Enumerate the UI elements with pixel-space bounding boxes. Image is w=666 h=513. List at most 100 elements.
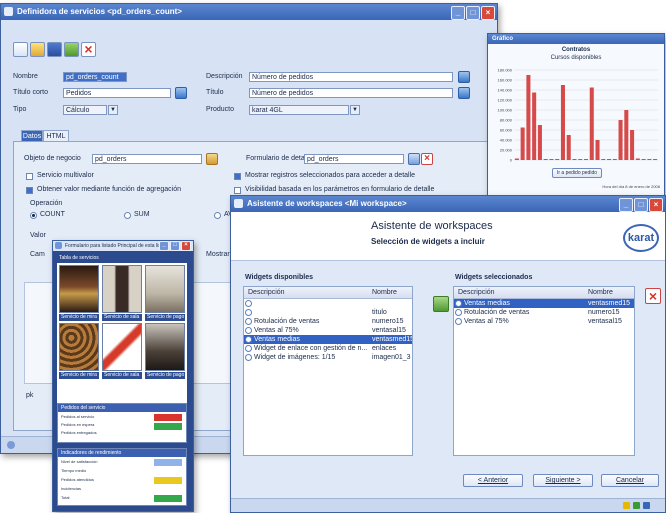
cancel-button[interactable]: Cancelar xyxy=(601,474,659,487)
obtener-checkbox[interactable] xyxy=(26,187,33,194)
palette-header: Tabla de servicios xyxy=(59,255,99,261)
translate-icon[interactable] xyxy=(175,87,187,99)
minimize-button[interactable]: _ xyxy=(159,241,169,251)
new-icon[interactable] xyxy=(13,42,28,57)
remove-widget-icon[interactable]: × xyxy=(645,288,661,304)
chart-title-bar[interactable]: Gráfico xyxy=(488,34,664,44)
chart-bar[interactable] xyxy=(520,127,525,161)
folder-icon[interactable] xyxy=(206,153,218,165)
visibilidad-checkbox[interactable] xyxy=(234,187,241,194)
maximize-button[interactable]: □ xyxy=(634,198,648,212)
objeto-field[interactable]: pd_orders xyxy=(92,154,202,164)
titulo-field[interactable]: Número de pedidos xyxy=(249,88,453,98)
chart-bar[interactable] xyxy=(560,85,565,160)
chart-bar[interactable] xyxy=(537,125,542,160)
chart-bar[interactable] xyxy=(624,110,629,160)
clear-icon[interactable]: × xyxy=(421,153,433,165)
chevron-down-icon[interactable]: ▼ xyxy=(350,105,360,115)
list-item[interactable]: Ventas al 75% ventasal15 xyxy=(454,317,634,326)
chart-bar[interactable] xyxy=(612,159,617,160)
titulo-corto-field[interactable]: Pedidos xyxy=(63,88,171,98)
chart-bar[interactable] xyxy=(647,159,652,160)
chart-bar[interactable] xyxy=(583,159,589,160)
col-name[interactable]: Nombre xyxy=(588,287,613,298)
chevron-down-icon[interactable]: ▼ xyxy=(108,105,118,115)
avg-radio[interactable] xyxy=(214,212,221,219)
chart-bar[interactable] xyxy=(589,87,594,161)
list-item[interactable]: Ventas al 75% ventasal15 xyxy=(244,326,412,335)
translate-icon[interactable] xyxy=(458,71,470,83)
list-item[interactable]: Rotulación de ventas numero15 xyxy=(454,308,634,317)
chart-bar[interactable] xyxy=(543,159,548,160)
tab-html[interactable]: HTML xyxy=(43,130,69,141)
thumbnail-image[interactable] xyxy=(145,323,185,371)
chart-bar[interactable] xyxy=(514,158,519,161)
list-item[interactable]: Widget de imágenes: 1/15 imagen01_3 xyxy=(244,353,412,362)
back-button[interactable]: < Anterior xyxy=(463,474,523,487)
edit-icon[interactable] xyxy=(64,42,79,57)
chart-bar[interactable] xyxy=(607,159,612,160)
chart-bar[interactable] xyxy=(630,130,635,160)
maximize-button[interactable]: □ xyxy=(466,6,480,20)
chart-bar[interactable] xyxy=(601,159,606,160)
sum-radio[interactable] xyxy=(124,212,131,219)
chart-bar[interactable] xyxy=(526,75,531,160)
multivalor-checkbox[interactable] xyxy=(26,173,33,180)
descripcion-field[interactable]: Número de pedidos xyxy=(249,72,453,82)
close-button[interactable]: × xyxy=(481,6,495,20)
list-item[interactable] xyxy=(244,299,412,308)
chart-bar[interactable] xyxy=(572,159,577,160)
chart-bar[interactable] xyxy=(641,159,646,160)
chart-bar[interactable] xyxy=(555,159,560,160)
list-item[interactable]: titulo xyxy=(244,308,412,317)
minimize-button[interactable]: _ xyxy=(451,6,465,20)
thumbnail-image[interactable] xyxy=(145,265,185,313)
maximize-button[interactable]: □ xyxy=(170,241,180,251)
col-name[interactable]: Nombre xyxy=(372,287,397,298)
thumbnail-image[interactable] xyxy=(102,265,142,313)
chart-bar[interactable] xyxy=(635,158,640,161)
add-widget-icon[interactable] xyxy=(433,296,449,312)
count-radio[interactable] xyxy=(30,212,37,219)
nombre-field[interactable]: pd_orders_count xyxy=(63,72,127,82)
panel-pedidos: Pedidos del servicio Pedidos al servicio… xyxy=(57,403,187,443)
selected-widgets-list[interactable]: Descripción Nombre Ventas medias ventasme… xyxy=(453,286,635,456)
window-icon[interactable] xyxy=(408,153,420,165)
producto-select[interactable]: karat 4GL xyxy=(249,105,349,115)
list-item[interactable]: Rotulación de ventas numero15 xyxy=(244,317,412,326)
col-description[interactable]: Descripción xyxy=(458,287,495,298)
palette-title-bar[interactable]: Formulario para listado Principal de est… xyxy=(53,241,193,251)
chart-bar[interactable] xyxy=(653,159,658,160)
tab-datos[interactable]: Datos xyxy=(21,130,43,141)
close-button[interactable]: × xyxy=(181,241,191,251)
next-button[interactable]: Siguiente > xyxy=(533,474,593,487)
col-description[interactable]: Descripción xyxy=(248,287,285,298)
mostrar-checkbox[interactable] xyxy=(234,173,241,180)
list-header: Descripción Nombre xyxy=(244,287,412,299)
formulario-field[interactable]: pd_orders xyxy=(304,154,404,164)
close-button[interactable]: × xyxy=(649,198,663,212)
chart-bar[interactable] xyxy=(532,92,537,161)
delete-icon[interactable]: × xyxy=(81,42,96,57)
chart-bar[interactable] xyxy=(618,120,623,160)
translate-icon[interactable] xyxy=(458,87,470,99)
chart-bar[interactable] xyxy=(578,159,583,160)
thumbnail-image[interactable] xyxy=(59,323,99,371)
thumbnail-image[interactable] xyxy=(102,323,142,371)
open-folder-icon[interactable] xyxy=(30,42,45,57)
wizard-title-bar[interactable]: Asistente de workspaces <Mi workspace> _… xyxy=(231,196,665,212)
list-item[interactable]: Widget de enlace con gestión de n... enla… xyxy=(244,344,412,353)
chart-bar[interactable] xyxy=(595,140,600,160)
list-item[interactable]: Ventas medias ventasmed15 xyxy=(454,299,634,308)
tipo-select[interactable]: Cálculo xyxy=(63,105,107,115)
title-bar[interactable]: Definidora de servicios <pd_orders_count… xyxy=(1,4,497,20)
save-icon[interactable] xyxy=(47,42,62,57)
thumbnail-image[interactable] xyxy=(59,265,99,313)
chart-bar[interactable] xyxy=(549,159,554,160)
chart-bar[interactable] xyxy=(566,135,571,160)
panel-indicadores-title: Indicadores de rendimiento xyxy=(58,449,186,457)
available-widgets-list[interactable]: Descripción Nombre titulo Rotulación de v… xyxy=(243,286,413,456)
go-to-order-button[interactable]: Ir a pedido pedido xyxy=(552,168,602,178)
list-item[interactable]: Ventas medias ventasmed15 xyxy=(244,335,412,344)
minimize-button[interactable]: _ xyxy=(619,198,633,212)
